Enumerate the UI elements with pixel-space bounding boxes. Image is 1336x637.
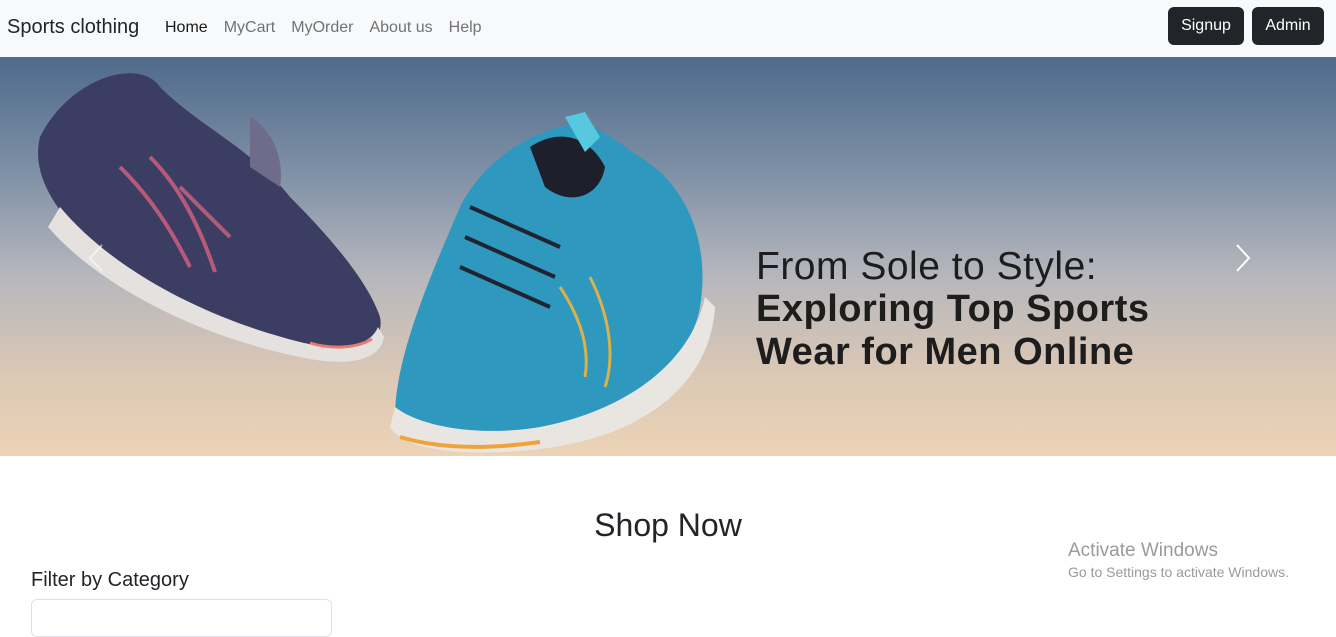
watermark-subtitle: Go to Settings to activate Windows. — [1068, 564, 1289, 580]
carousel-next-button[interactable] — [1223, 241, 1263, 275]
carousel-prev-button[interactable] — [78, 241, 118, 275]
chevron-left-icon — [88, 244, 103, 272]
hero-carousel: From Sole to Style: Exploring Top Sports… — [0, 57, 1336, 456]
nav-link-home[interactable]: Home — [165, 19, 208, 37]
brand-logo[interactable]: Sports clothing — [7, 16, 139, 39]
filter-label: Filter by Category — [31, 569, 189, 591]
navbar: Sports clothing Home MyCart MyOrder Abou… — [0, 0, 1336, 57]
carousel-headline-line2: Exploring Top Sports — [756, 288, 1150, 330]
category-filter-select[interactable] — [31, 599, 332, 637]
admin-button[interactable]: Admin — [1252, 7, 1324, 45]
carousel-caption: From Sole to Style: Exploring Top Sports… — [756, 245, 1150, 374]
chevron-right-icon — [1236, 244, 1251, 272]
nav-link-myorder[interactable]: MyOrder — [291, 19, 353, 37]
nav-link-mycart[interactable]: MyCart — [224, 19, 276, 37]
activate-windows-watermark: Activate Windows Go to Settings to activ… — [1068, 540, 1289, 580]
nav-link-help[interactable]: Help — [449, 19, 482, 37]
carousel-headline-line1: From Sole to Style: — [756, 245, 1098, 288]
navy-shoe-image — [38, 73, 384, 362]
section-title: Shop Now — [594, 507, 742, 543]
carousel-headline-line3: Wear for Men Online — [756, 331, 1135, 373]
signup-button[interactable]: Signup — [1168, 7, 1244, 45]
watermark-title: Activate Windows — [1068, 540, 1218, 561]
teal-shoe-image — [390, 112, 715, 453]
nav-link-about-us[interactable]: About us — [369, 19, 432, 37]
nav-links: Home MyCart MyOrder About us Help — [165, 19, 498, 37]
